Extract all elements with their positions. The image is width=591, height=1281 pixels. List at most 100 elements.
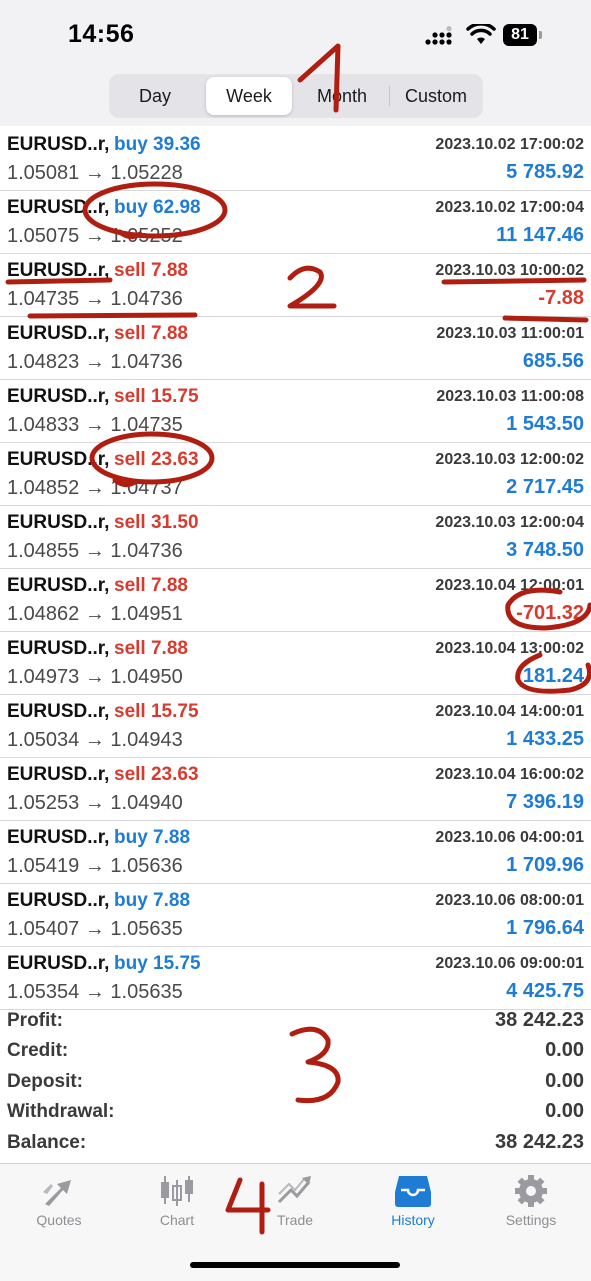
summary-row: Profit: 38 242.23	[0, 1006, 591, 1036]
trade-prices: 1.04862 → 1.04951	[7, 603, 183, 625]
trade-row[interactable]: EURUSD..r, sell 7.88 2023.10.04 13:00:02 1.…	[0, 632, 591, 695]
tab-custom[interactable]: Custom	[392, 77, 480, 115]
trade-row[interactable]: EURUSD..r, buy 15.75 2023.10.06 09:00:01 1.…	[0, 947, 591, 1010]
trade-symbol: EURUSD..r,	[7, 764, 110, 785]
nav-quotes[interactable]: Quotes	[0, 1174, 118, 1242]
trade-profit: 685.56	[522, 350, 584, 372]
trade-row[interactable]: EURUSD..r, sell 23.63 2023.10.03 12:00:02 1…	[0, 443, 591, 506]
nav-history-label: History	[391, 1212, 435, 1228]
trade-prices: 1.04735 → 1.04736	[7, 288, 183, 310]
trade-symbol: EURUSD..r,	[7, 134, 110, 155]
trade-row[interactable]: EURUSD..r, sell 23.63 2023.10.04 16:00:02 1…	[0, 758, 591, 821]
trade-action: sell 23.63	[114, 764, 199, 785]
tab-week[interactable]: Week	[206, 77, 292, 115]
tab-month[interactable]: Month	[296, 77, 388, 115]
trade-datetime: 2023.10.03 12:00:04	[435, 514, 584, 531]
trade-action: buy 7.88	[114, 890, 191, 911]
period-segmented-control: Day Week Month Custom	[109, 74, 483, 118]
summary-label: Credit:	[7, 1040, 69, 1062]
trade-datetime: 2023.10.04 13:00:02	[435, 640, 584, 657]
trade-prices: 1.04855 → 1.04736	[7, 540, 183, 562]
trade-symbol: EURUSD..r,	[7, 323, 110, 344]
trade-profit: 5 785.92	[506, 161, 584, 183]
gear-icon	[515, 1175, 547, 1207]
nav-chart[interactable]: Chart	[118, 1174, 236, 1242]
trade-profit: -7.88	[538, 287, 584, 309]
summary-row: Deposit: 0.00	[0, 1067, 591, 1097]
trade-row[interactable]: EURUSD..r, buy 7.88 2023.10.06 04:00:01 1.0…	[0, 821, 591, 884]
summary-label: Withdrawal:	[7, 1101, 115, 1123]
trade-prices: 1.05407 → 1.05635	[7, 918, 183, 940]
trade-action: sell 31.50	[114, 512, 199, 533]
battery-level: 81	[503, 24, 537, 46]
trade-datetime: 2023.10.04 12:00:01	[435, 577, 584, 594]
nav-trade[interactable]: Trade	[236, 1174, 354, 1242]
trade-profit: 1 543.50	[506, 413, 584, 435]
trade-profit: 11 147.46	[496, 224, 584, 246]
trade-prices: 1.04973 → 1.04950	[7, 666, 183, 688]
summary-value: 0.00	[545, 1069, 584, 1092]
trade-prices: 1.05034 → 1.04943	[7, 729, 183, 751]
trade-row[interactable]: EURUSD..r, sell 15.75 2023.10.03 11:00:08 1…	[0, 380, 591, 443]
trade-action: buy 62.98	[114, 197, 201, 218]
status-bar: 14:56 81	[0, 0, 591, 70]
trade-symbol: EURUSD..r,	[7, 449, 110, 470]
home-indicator[interactable]	[190, 1262, 400, 1268]
trade-symbol: EURUSD..r,	[7, 386, 110, 407]
trade-row[interactable]: EURUSD..r, buy 39.36 2023.10.02 17:00:02 1.…	[0, 128, 591, 191]
trade-action: sell 7.88	[114, 575, 188, 596]
trade-row[interactable]: EURUSD..r, sell 7.88 2023.10.04 12:00:01 1.…	[0, 569, 591, 632]
trade-symbol: EURUSD..r,	[7, 953, 110, 974]
nav-settings[interactable]: Settings	[472, 1174, 590, 1242]
summary-row: Withdrawal: 0.00	[0, 1097, 591, 1127]
nav-chart-label: Chart	[159, 1212, 195, 1228]
trade-datetime: 2023.10.06 08:00:01	[435, 892, 584, 909]
trade-profit: 4 425.75	[506, 980, 584, 1002]
trade-symbol: EURUSD..r,	[7, 827, 110, 848]
trade-prices: 1.05419 → 1.05636	[7, 855, 183, 877]
trade-row[interactable]: EURUSD..r, sell 31.50 2023.10.03 12:00:04 1…	[0, 506, 591, 569]
trade-row[interactable]: EURUSD..r, buy 62.98 2023.10.02 17:00:04 1.…	[0, 191, 591, 254]
trade-datetime: 2023.10.03 11:00:01	[436, 325, 584, 342]
tab-day[interactable]: Day	[112, 77, 198, 115]
trade-row[interactable]: EURUSD..r, buy 7.88 2023.10.06 08:00:01 1.0…	[0, 884, 591, 947]
trade-datetime: 2023.10.06 04:00:01	[435, 829, 584, 846]
trade-action: sell 23.63	[114, 449, 199, 470]
trade-prices: 1.04823 → 1.04736	[7, 351, 183, 373]
trade-datetime: 2023.10.04 16:00:02	[435, 766, 584, 783]
trade-datetime: 2023.10.03 12:00:02	[435, 451, 584, 468]
trade-prices: 1.05354 → 1.05635	[7, 981, 183, 1003]
trade-action: buy 39.36	[114, 134, 201, 155]
trade-symbol: EURUSD..r,	[7, 260, 110, 281]
summary-label: Deposit:	[7, 1070, 83, 1092]
trade-row[interactable]: EURUSD..r, sell 7.88 2023.10.03 10:00:02 1.…	[0, 254, 591, 317]
period-selector-bar: Day Week Month Custom	[0, 70, 591, 126]
trade-datetime: 2023.10.02 17:00:02	[435, 136, 584, 153]
trade-symbol: EURUSD..r,	[7, 512, 110, 533]
trade-symbol: EURUSD..r,	[7, 575, 110, 596]
summary-label: Balance:	[7, 1131, 87, 1153]
trade-datetime: 2023.10.02 17:00:04	[435, 199, 584, 216]
inbox-tray-icon	[395, 1176, 431, 1207]
candlestick-icon	[161, 1176, 193, 1206]
nav-history[interactable]: History	[354, 1174, 472, 1242]
trade-action: buy 7.88	[114, 827, 191, 848]
summary-value: 0.00	[545, 1100, 584, 1123]
trade-datetime: 2023.10.04 14:00:01	[435, 703, 584, 720]
trade-prices: 1.04852 → 1.04737	[7, 477, 183, 499]
trade-row[interactable]: EURUSD..r, sell 7.88 2023.10.03 11:00:01 1.…	[0, 317, 591, 380]
trade-action: buy 15.75	[114, 953, 201, 974]
trade-profit: 7 396.19	[506, 791, 584, 813]
trade-profit: 1 709.96	[506, 854, 584, 876]
trade-symbol: EURUSD..r,	[7, 701, 110, 722]
trade-prices: 1.05075 → 1.05252	[7, 225, 183, 247]
summary-label: Profit:	[7, 1010, 63, 1031]
nav-settings-label: Settings	[505, 1212, 557, 1228]
trade-prices: 1.05081 → 1.05228	[7, 162, 183, 184]
trade-action: sell 7.88	[114, 260, 188, 281]
trade-row[interactable]: EURUSD..r, sell 15.75 2023.10.04 14:00:01 1…	[0, 695, 591, 758]
trade-profit: 1 433.25	[506, 728, 584, 750]
trade-symbol: EURUSD..r,	[7, 890, 110, 911]
cellular-signal-icon	[425, 26, 452, 45]
trade-profit: 181.24	[522, 665, 584, 687]
